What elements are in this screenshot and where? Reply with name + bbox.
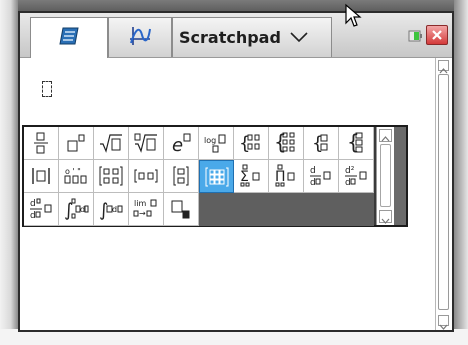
nth-root-template-icon[interactable]	[129, 127, 164, 160]
second-derivative-template-icon[interactable]: d² d	[339, 160, 374, 193]
graph-tab[interactable]	[108, 17, 172, 57]
absolute-value-template-icon[interactable]	[24, 160, 59, 193]
svg-text:d: d	[30, 211, 36, 221]
device-bezel-left	[0, 0, 18, 345]
empty-slot	[339, 193, 374, 226]
graph-icon	[128, 25, 152, 51]
chevron-down-icon[interactable]	[289, 28, 309, 47]
scroll-thumb[interactable]	[438, 74, 449, 310]
template-grid: e log { { { { o ' " Σ Π d d d² d d d ∫ d…	[24, 127, 374, 226]
work-area-scrollbar[interactable]	[435, 58, 452, 330]
svg-text:→: →	[139, 209, 146, 218]
app-window: Scratchpad e log {{{{o ' " Σ Π d d d…	[18, 3, 454, 332]
svg-text:d: d	[112, 205, 117, 214]
svg-text:d: d	[310, 166, 316, 176]
close-icon	[431, 26, 443, 45]
document-tab[interactable]: Scratchpad	[172, 17, 332, 57]
svg-text:e: e	[172, 135, 183, 154]
system-n-template-icon[interactable]: {	[339, 127, 374, 160]
degree-minute-second-template-icon[interactable]: o ' "	[59, 160, 94, 193]
palette-scrollbar[interactable]	[376, 127, 395, 225]
product-template-icon[interactable]: Π	[269, 160, 304, 193]
scroll-down-arrow-icon[interactable]	[438, 315, 449, 330]
limit-template-icon[interactable]: lim →	[129, 193, 164, 226]
palette-scroll-up-icon[interactable]	[379, 129, 392, 142]
fraction-template-icon[interactable]	[24, 127, 59, 160]
svg-text:d: d	[345, 178, 351, 188]
square-root-template-icon[interactable]	[94, 127, 129, 160]
svg-text:d²: d²	[345, 166, 355, 176]
document-title: Scratchpad	[179, 28, 281, 47]
system-2-template-icon[interactable]: {	[304, 127, 339, 160]
sum-template-icon[interactable]: Σ	[234, 160, 269, 193]
battery-icon	[408, 28, 424, 47]
definite-integral-template-icon[interactable]: ∫ d	[59, 193, 94, 226]
device-bezel-right	[454, 0, 468, 345]
svg-text:lim: lim	[134, 199, 146, 208]
palette-scroll-thumb[interactable]	[380, 144, 391, 207]
tab-bar: Scratchpad	[20, 3, 452, 58]
palette-scroll-down-icon[interactable]	[379, 210, 392, 224]
matrix-2x2-template-icon[interactable]	[94, 160, 129, 193]
e-exponent-template-icon[interactable]: e	[164, 127, 199, 160]
nth-derivative-template-icon[interactable]: dd	[24, 193, 59, 226]
empty-slot	[269, 193, 304, 226]
calculator-icon	[56, 25, 82, 51]
piecewise-n-template-icon[interactable]: {	[269, 127, 304, 160]
matrix-2x1-template-icon[interactable]	[164, 160, 199, 193]
svg-text:d: d	[30, 199, 36, 209]
exponent-template-icon[interactable]	[59, 127, 94, 160]
scroll-up-arrow-icon[interactable]	[438, 60, 449, 74]
math-template-palette: e log { { { { o ' " Σ Π d d d² d d d ∫ d…	[22, 125, 408, 227]
svg-text:d: d	[80, 205, 85, 214]
empty-slot	[199, 193, 234, 226]
empty-slot	[234, 193, 269, 226]
svg-text:log: log	[204, 136, 216, 145]
entry-line-placeholder[interactable]	[42, 81, 52, 97]
matrix-mxn-template-icon[interactable]	[199, 160, 234, 193]
svg-text:{: {	[347, 131, 360, 154]
subscript-template-icon[interactable]	[164, 193, 199, 226]
close-button[interactable]	[426, 25, 448, 45]
indefinite-integral-template-icon[interactable]: ∫ d	[94, 193, 129, 226]
first-derivative-template-icon[interactable]: dd	[304, 160, 339, 193]
piecewise-2-template-icon[interactable]: {	[234, 127, 269, 160]
palette-edge	[394, 127, 406, 225]
svg-text:o ' ": o ' "	[65, 167, 81, 176]
calculator-tab[interactable]	[30, 17, 108, 58]
mouse-pointer-icon	[344, 3, 362, 33]
matrix-1x2-template-icon[interactable]	[129, 160, 164, 193]
svg-text:d: d	[310, 178, 316, 188]
empty-slot	[304, 193, 339, 226]
log-template-icon[interactable]: log	[199, 127, 234, 160]
